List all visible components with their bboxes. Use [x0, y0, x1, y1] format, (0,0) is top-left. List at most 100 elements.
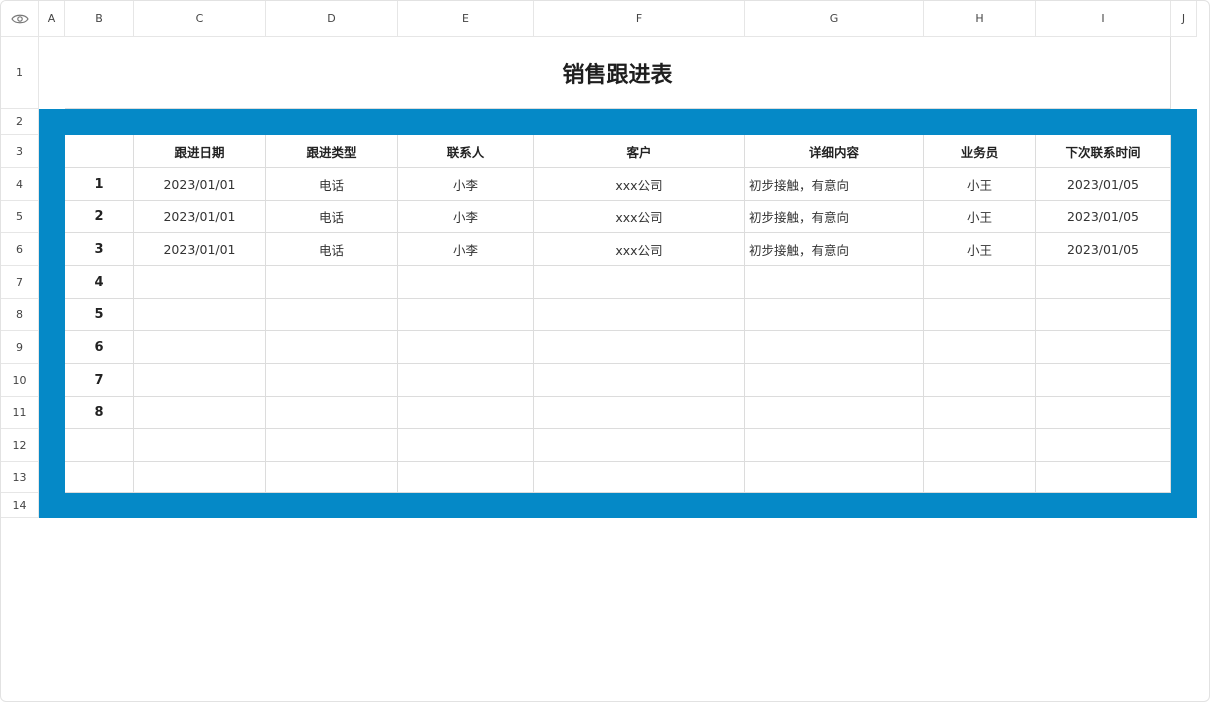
table-cell[interactable]: 2: [65, 201, 134, 233]
table-cell[interactable]: xxx公司: [534, 201, 745, 233]
table-cell[interactable]: 小王: [924, 233, 1036, 266]
table-cell[interactable]: [134, 397, 266, 429]
row-header-1[interactable]: 1: [1, 37, 39, 109]
table-cell[interactable]: [534, 397, 745, 429]
table-cell[interactable]: xxx公司: [534, 233, 745, 266]
table-cell[interactable]: 4: [65, 266, 134, 299]
row-header-3[interactable]: 3: [1, 135, 39, 168]
column-header-e[interactable]: E: [398, 1, 534, 37]
table-cell[interactable]: [745, 331, 924, 364]
table-cell[interactable]: [398, 462, 534, 493]
table-cell[interactable]: [266, 429, 398, 462]
column-header-j[interactable]: J: [1171, 1, 1197, 37]
table-cell[interactable]: 2023/01/05: [1036, 168, 1171, 201]
column-header-i[interactable]: I: [1036, 1, 1171, 37]
table-cell[interactable]: [534, 299, 745, 331]
table-cell[interactable]: 小李: [398, 201, 534, 233]
table-cell[interactable]: [924, 397, 1036, 429]
table-cell[interactable]: [134, 364, 266, 397]
table-cell[interactable]: 2023/01/01: [134, 168, 266, 201]
table-cell[interactable]: 初步接触，有意向: [745, 168, 924, 201]
table-cell[interactable]: [745, 299, 924, 331]
row-header-8[interactable]: 8: [1, 299, 39, 331]
table-cell[interactable]: 5: [65, 299, 134, 331]
table-cell[interactable]: [1036, 462, 1171, 493]
table-cell[interactable]: 电话: [266, 201, 398, 233]
table-cell[interactable]: [1036, 299, 1171, 331]
table-cell[interactable]: 7: [65, 364, 134, 397]
column-header-c[interactable]: C: [134, 1, 266, 37]
header-cell-3[interactable]: 联系人: [398, 135, 534, 168]
table-cell[interactable]: [924, 364, 1036, 397]
table-cell[interactable]: [745, 266, 924, 299]
table-cell[interactable]: [534, 266, 745, 299]
table-cell[interactable]: [398, 364, 534, 397]
table-cell[interactable]: 初步接触，有意向: [745, 201, 924, 233]
table-cell[interactable]: [745, 364, 924, 397]
column-header-g[interactable]: G: [745, 1, 924, 37]
table-cell[interactable]: 2023/01/05: [1036, 233, 1171, 266]
row-header-10[interactable]: 10: [1, 364, 39, 397]
table-cell[interactable]: [924, 462, 1036, 493]
table-cell[interactable]: [398, 299, 534, 331]
table-cell[interactable]: [1036, 364, 1171, 397]
row-header-2[interactable]: 2: [1, 109, 39, 135]
table-cell[interactable]: 电话: [266, 233, 398, 266]
table-cell[interactable]: [1036, 429, 1171, 462]
table-cell[interactable]: 1: [65, 168, 134, 201]
table-cell[interactable]: 初步接触，有意向: [745, 233, 924, 266]
table-cell[interactable]: [266, 462, 398, 493]
table-cell[interactable]: [534, 364, 745, 397]
table-cell[interactable]: [266, 364, 398, 397]
table-cell[interactable]: [1036, 397, 1171, 429]
table-cell[interactable]: [534, 462, 745, 493]
table-cell[interactable]: [266, 299, 398, 331]
row-header-13[interactable]: 13: [1, 462, 39, 493]
table-cell[interactable]: [924, 266, 1036, 299]
sheet-corner[interactable]: [1, 1, 39, 37]
column-header-a[interactable]: A: [39, 1, 65, 37]
row-header-6[interactable]: 6: [1, 233, 39, 266]
table-cell[interactable]: 小李: [398, 168, 534, 201]
table-cell[interactable]: [398, 266, 534, 299]
table-cell[interactable]: 小王: [924, 168, 1036, 201]
table-cell[interactable]: [398, 331, 534, 364]
table-cell[interactable]: 2023/01/01: [134, 233, 266, 266]
table-cell[interactable]: 小李: [398, 233, 534, 266]
row-header-4[interactable]: 4: [1, 168, 39, 201]
row-header-11[interactable]: 11: [1, 397, 39, 429]
eye-icon[interactable]: [10, 13, 29, 25]
table-cell[interactable]: 6: [65, 331, 134, 364]
table-cell[interactable]: 2023/01/01: [134, 201, 266, 233]
row-header-7[interactable]: 7: [1, 266, 39, 299]
table-cell[interactable]: [924, 331, 1036, 364]
table-cell[interactable]: [534, 429, 745, 462]
header-cell-5[interactable]: 详细内容: [745, 135, 924, 168]
header-cell-6[interactable]: 业务员: [924, 135, 1036, 168]
header-cell-4[interactable]: 客户: [534, 135, 745, 168]
table-cell[interactable]: [745, 462, 924, 493]
table-cell[interactable]: [134, 462, 266, 493]
header-cell-2[interactable]: 跟进类型: [266, 135, 398, 168]
table-cell[interactable]: 小王: [924, 201, 1036, 233]
column-header-h[interactable]: H: [924, 1, 1036, 37]
column-header-b[interactable]: B: [65, 1, 134, 37]
table-cell[interactable]: [65, 462, 134, 493]
table-cell[interactable]: [134, 331, 266, 364]
table-cell[interactable]: [266, 266, 398, 299]
table-cell[interactable]: [745, 429, 924, 462]
table-cell[interactable]: [398, 429, 534, 462]
row-header-9[interactable]: 9: [1, 331, 39, 364]
table-cell[interactable]: 8: [65, 397, 134, 429]
column-header-d[interactable]: D: [266, 1, 398, 37]
row-header-5[interactable]: 5: [1, 201, 39, 233]
sheet-title[interactable]: 销售跟进表: [65, 37, 1171, 109]
table-cell[interactable]: [924, 299, 1036, 331]
table-cell[interactable]: [65, 429, 134, 462]
table-cell[interactable]: 2023/01/05: [1036, 201, 1171, 233]
table-cell[interactable]: [534, 331, 745, 364]
table-cell[interactable]: [1036, 266, 1171, 299]
table-cell[interactable]: [398, 397, 534, 429]
table-cell[interactable]: [924, 429, 1036, 462]
table-cell[interactable]: 3: [65, 233, 134, 266]
